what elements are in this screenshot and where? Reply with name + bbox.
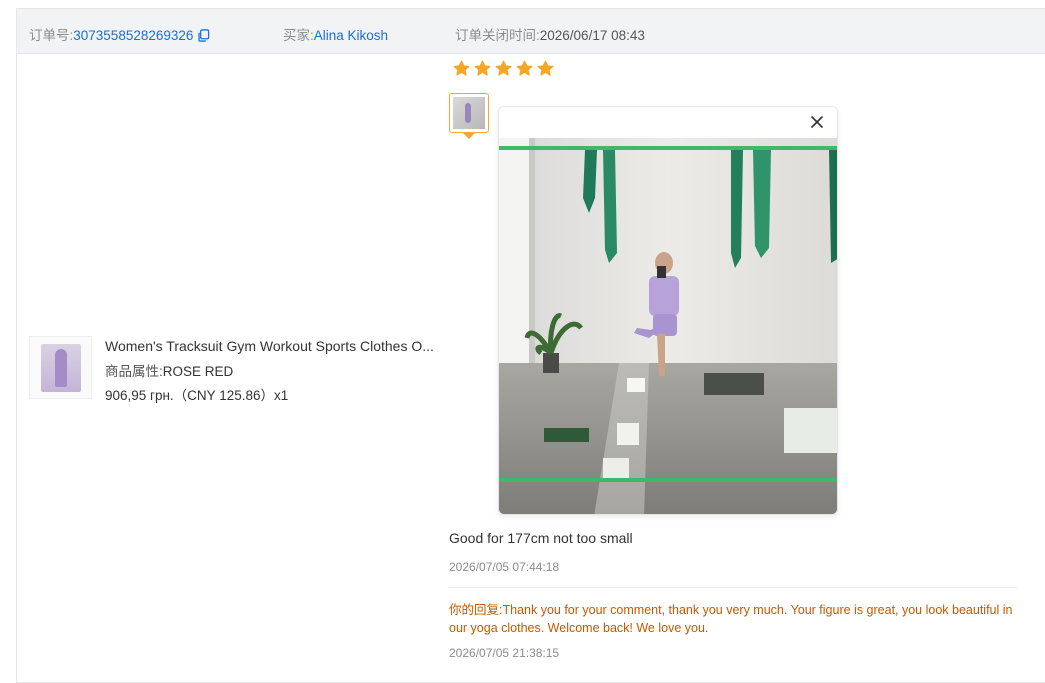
star-icon xyxy=(516,60,533,76)
reply-text: Thank you for your comment, thank you ve… xyxy=(449,603,1013,635)
preview-toolbar xyxy=(499,107,837,138)
review-timestamp: 2026/07/05 07:44:18 xyxy=(449,560,560,574)
order-header: 订单号:3073558528269326 买家:Alina Kikosh 订单关… xyxy=(17,9,1045,54)
star-rating xyxy=(453,60,554,78)
product-thumbnail[interactable] xyxy=(29,336,92,399)
order-closed-label: 订单关闭时间: xyxy=(455,28,540,43)
order-number-label: 订单号: xyxy=(29,28,74,43)
close-icon[interactable] xyxy=(809,114,825,130)
order-number-field: 订单号:3073558528269326 xyxy=(29,24,210,44)
thumbnail-caret xyxy=(463,133,475,139)
copy-icon[interactable] xyxy=(197,29,210,42)
buyer-label: 买家: xyxy=(283,28,314,43)
order-closed-field: 订单关闭时间:2026/06/17 08:43 xyxy=(455,24,645,44)
review-image-thumbnail[interactable] xyxy=(449,93,489,133)
seller-reply: 你的回复:Thank you for your comment, thank y… xyxy=(449,601,1014,637)
buyer-field: 买家:Alina Kikosh xyxy=(283,24,388,44)
review-comment: Good for 177cm not too small xyxy=(449,530,633,546)
review-image-thumb-picture xyxy=(453,97,485,129)
buyer-name-link[interactable]: Alina Kikosh xyxy=(314,28,388,43)
product-attribute-label: 商品属性: xyxy=(105,364,163,379)
order-number-link[interactable]: 3073558528269326 xyxy=(73,28,193,43)
star-icon xyxy=(537,60,554,76)
image-preview-popup xyxy=(498,106,838,515)
review-photo xyxy=(499,138,837,514)
reply-label: 你的回复: xyxy=(449,603,503,617)
star-icon xyxy=(495,60,512,76)
product-info: Women's Tracksuit Gym Workout Sports Clo… xyxy=(29,336,449,406)
order-closed-time: 2026/06/17 08:43 xyxy=(539,28,645,43)
star-icon xyxy=(453,60,470,76)
product-title[interactable]: Women's Tracksuit Gym Workout Sports Clo… xyxy=(105,338,435,354)
star-icon xyxy=(474,60,491,76)
product-price: 906,95 грн.（CNY 125.86）x1 xyxy=(105,388,289,403)
reply-timestamp: 2026/07/05 21:38:15 xyxy=(449,646,560,660)
product-attribute-value: ROSE RED xyxy=(162,364,234,379)
product-attribute: 商品属性:ROSE RED xyxy=(105,360,233,380)
divider xyxy=(449,587,1017,588)
product-image xyxy=(40,343,81,392)
